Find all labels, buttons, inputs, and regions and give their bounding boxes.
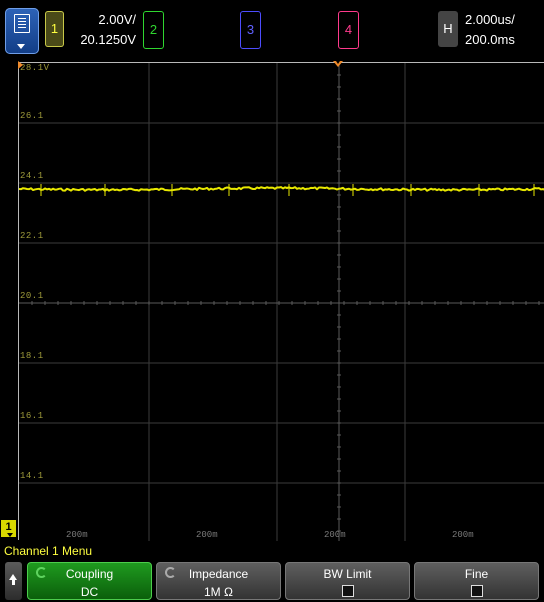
channel-3-indicator[interactable]: 3 — [240, 11, 261, 49]
ground-marker-label: 1 — [5, 521, 12, 533]
arrow-up-stem — [12, 580, 15, 585]
menu-back-button[interactable] — [5, 562, 22, 600]
channel-1-trace — [19, 186, 544, 192]
coupling-label: Coupling — [65, 567, 114, 581]
bw-limit-label: BW Limit — [323, 567, 372, 581]
trigger-position-marker-inner — [336, 61, 340, 64]
chevron-down-icon — [17, 44, 25, 49]
waveform-display[interactable] — [18, 62, 544, 541]
fine-checkbox[interactable] — [471, 585, 483, 597]
voltage-label: 18.1 — [20, 351, 44, 361]
menu-document-icon — [14, 14, 30, 33]
time-label: 200m — [324, 530, 346, 540]
channel-1-volts-per-div: 2.00V/ — [98, 12, 136, 27]
voltage-label: 14.1 — [20, 471, 44, 481]
voltage-label: 20.1 — [20, 291, 44, 301]
bw-limit-softkey[interactable]: BW Limit — [285, 562, 410, 600]
channel-1-scale-readout[interactable]: 2.00V/ 20.1250V — [70, 10, 136, 50]
channel-1-ground-marker[interactable]: 1 — [1, 520, 16, 537]
voltage-label: 16.1 — [20, 411, 44, 421]
ground-arrow-icon — [7, 533, 13, 537]
time-label: 200m — [66, 530, 88, 540]
voltage-label: 26.1 — [20, 111, 44, 121]
channel-1-offset: 20.1250V — [80, 32, 136, 47]
status-bar: 1 2.00V/ 20.1250V 2 3 4 H 2.000us/ 200.0… — [0, 0, 544, 60]
trigger-level-marker[interactable] — [18, 61, 23, 69]
time-label: 200m — [196, 530, 218, 540]
horizontal-scale-readout[interactable]: 2.000us/ 200.0ms — [465, 10, 515, 50]
impedance-softkey[interactable]: Impedance 1M Ω — [156, 562, 281, 600]
horizontal-indicator[interactable]: H — [438, 11, 458, 47]
menu-title: Channel 1 Menu — [4, 544, 93, 558]
channel-2-indicator[interactable]: 2 — [143, 11, 164, 49]
channel-1-indicator[interactable]: 1 — [45, 11, 64, 47]
horizontal-delay: 200.0ms — [465, 32, 515, 47]
time-label: 200m — [452, 530, 474, 540]
fine-softkey[interactable]: Fine — [414, 562, 539, 600]
voltage-label: 24.1 — [20, 171, 44, 181]
softkey-bar: Coupling DC Impedance 1M Ω BW Limit Fine — [0, 560, 544, 602]
main-menu-button[interactable] — [5, 8, 39, 54]
coupling-softkey[interactable]: Coupling DC — [27, 562, 152, 600]
voltage-label: 28.1V — [20, 63, 50, 73]
voltage-label: 22.1 — [20, 231, 44, 241]
impedance-value: 1M Ω — [204, 585, 233, 599]
graticule — [19, 63, 544, 541]
channel-4-indicator[interactable]: 4 — [338, 11, 359, 49]
time-per-div: 2.000us/ — [465, 12, 515, 27]
fine-label: Fine — [464, 567, 489, 581]
impedance-label: Impedance — [188, 567, 249, 581]
bw-limit-checkbox[interactable] — [342, 585, 354, 597]
coupling-value: DC — [80, 585, 99, 599]
